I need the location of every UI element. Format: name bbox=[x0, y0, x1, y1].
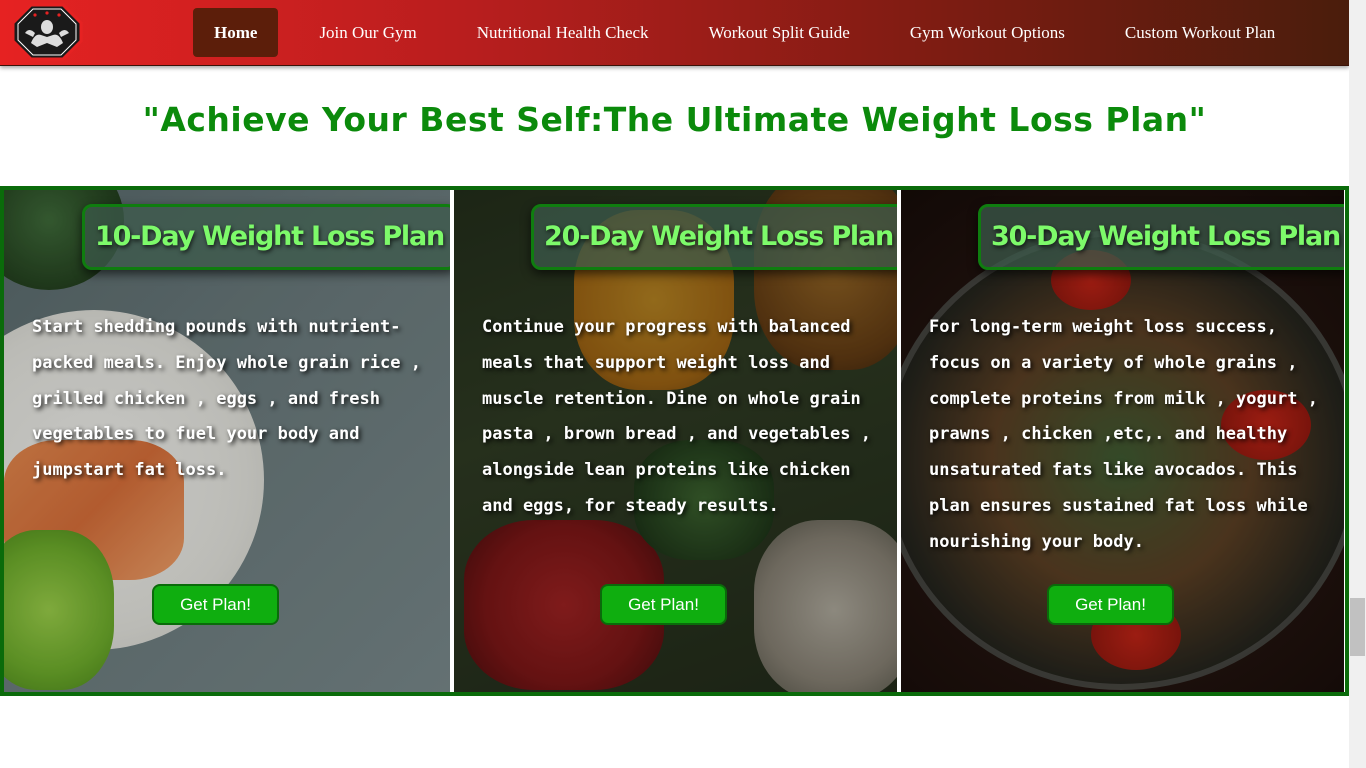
plan-description: For long-term weight loss success, focus… bbox=[929, 317, 1318, 552]
nav-nutritional-health-check[interactable]: Nutritional Health Check bbox=[456, 8, 670, 57]
scrollbar-thumb[interactable] bbox=[1350, 598, 1365, 656]
plan-card-20-day: 20-Day Weight Loss Plan Continue your pr… bbox=[454, 190, 897, 692]
plan-card-10-day: 10-Day Weight Loss Plan Start shedding p… bbox=[4, 190, 450, 692]
main-nav: Home Join Our Gym Nutritional Health Che… bbox=[193, 8, 1296, 57]
get-plan-button[interactable]: Get Plan! bbox=[152, 584, 279, 625]
weight-loss-plans: 10-Day Weight Loss Plan Start shedding p… bbox=[0, 186, 1349, 696]
nav-join-our-gym[interactable]: Join Our Gym bbox=[298, 8, 437, 57]
nav-home[interactable]: Home bbox=[193, 8, 279, 57]
plan-description: Start shedding pounds with nutrient-pack… bbox=[32, 317, 421, 481]
plan-title: 10-Day Weight Loss Plan bbox=[82, 204, 450, 270]
plan-title: 20-Day Weight Loss Plan bbox=[531, 204, 897, 270]
plan-card-30-day: 30-Day Weight Loss Plan For long-term we… bbox=[901, 190, 1344, 692]
plan-description: Continue your progress with balanced mea… bbox=[482, 317, 871, 516]
gym-bodybuilder-logo-icon[interactable] bbox=[11, 3, 83, 61]
nav-gym-workout-options[interactable]: Gym Workout Options bbox=[889, 8, 1086, 57]
get-plan-button[interactable]: Get Plan! bbox=[600, 584, 727, 625]
plan-title: 30-Day Weight Loss Plan bbox=[978, 204, 1344, 270]
nav-custom-workout-plan[interactable]: Custom Workout Plan bbox=[1104, 8, 1296, 57]
nav-workout-split-guide[interactable]: Workout Split Guide bbox=[688, 8, 871, 57]
get-plan-button[interactable]: Get Plan! bbox=[1047, 584, 1174, 625]
page-scrollbar[interactable] bbox=[1349, 0, 1366, 768]
top-navbar: Home Join Our Gym Nutritional Health Che… bbox=[0, 0, 1349, 66]
page-headline: "Achieve Your Best Self:The Ultimate Wei… bbox=[142, 100, 1207, 139]
